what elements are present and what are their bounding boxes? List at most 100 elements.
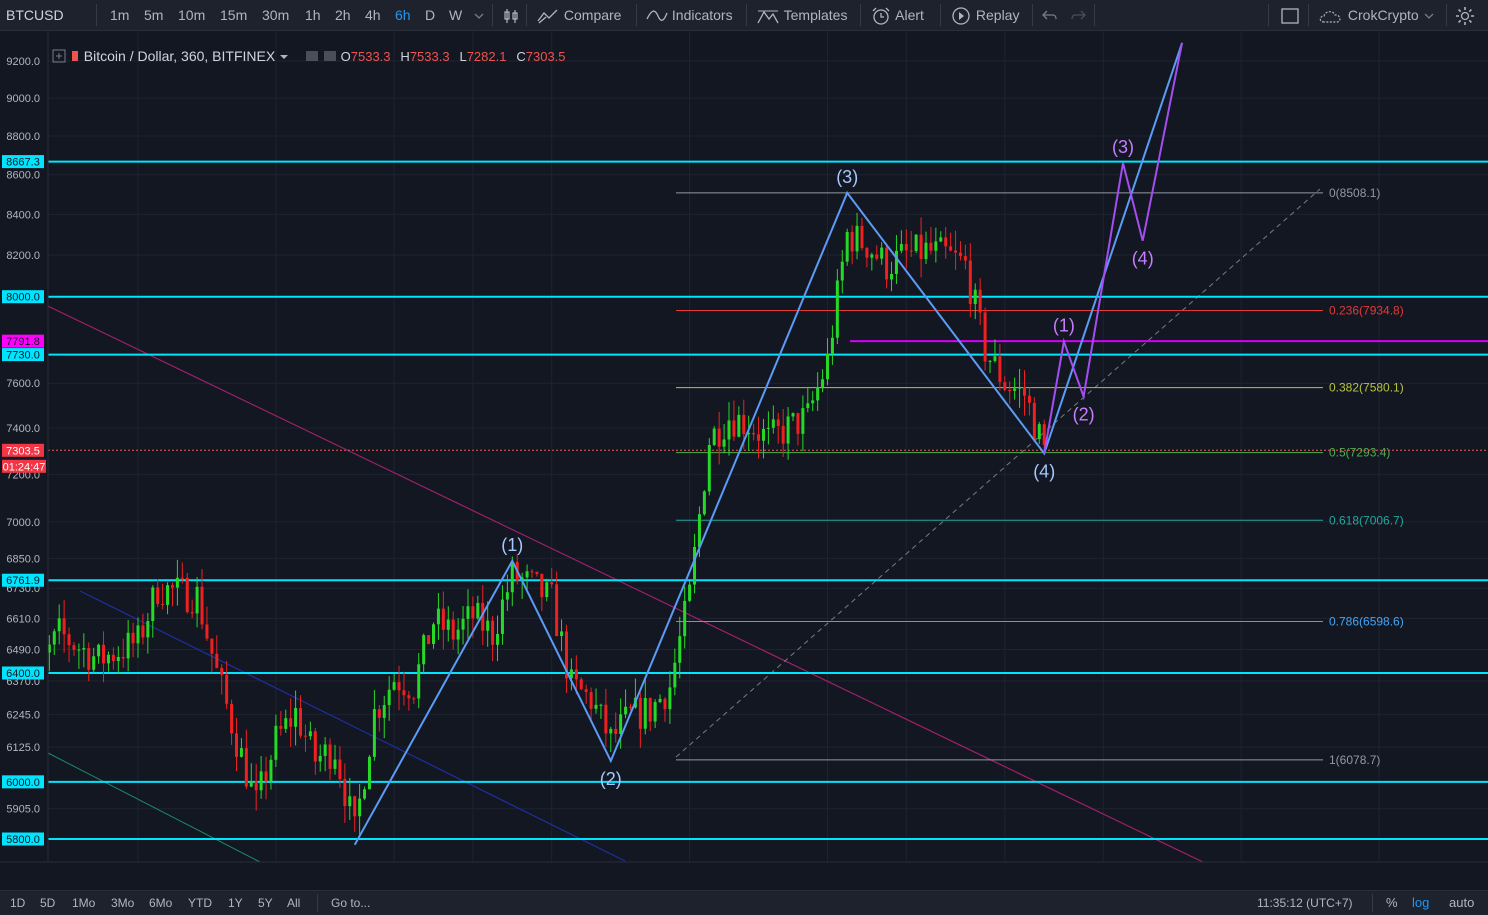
interval-4h[interactable]: 4h (365, 0, 381, 30)
fullscreen-button[interactable] (1280, 0, 1300, 30)
eye-icon[interactable] (305, 49, 319, 63)
alert-button[interactable]: Alert (870, 0, 924, 30)
candle-body (855, 225, 859, 252)
percent-toggle[interactable]: % (1386, 891, 1398, 915)
chart-style-button[interactable] (502, 0, 520, 30)
compare-icon (537, 9, 558, 24)
interval-d[interactable]: D (425, 0, 435, 30)
auto-toggle[interactable]: auto (1449, 891, 1474, 915)
chevron-down-icon[interactable] (279, 52, 289, 62)
candle-body (742, 414, 746, 435)
compare-button[interactable]: Compare (536, 0, 621, 30)
settings-button[interactable] (1454, 0, 1476, 30)
candle-body (555, 584, 559, 637)
undo-button[interactable] (1042, 0, 1058, 30)
interval-1m[interactable]: 1m (110, 0, 129, 30)
expand-icon[interactable] (52, 49, 66, 63)
price-tick-label: 7600.0 (6, 378, 40, 390)
interval-2h[interactable]: 2h (335, 0, 351, 30)
candle-body (796, 413, 800, 434)
interval-w[interactable]: W (449, 0, 462, 30)
toolbar-divider (1268, 4, 1269, 26)
interval-dropdown[interactable] (474, 0, 484, 30)
candle-body (880, 247, 884, 259)
candle-body (958, 252, 962, 257)
chart-legend: Bitcoin / Dollar, 360, BITFINEX O7533.3 … (52, 46, 566, 66)
interval-30m[interactable]: 30m (262, 0, 289, 30)
candle-body (697, 514, 701, 547)
candle-body (752, 432, 756, 435)
price-tick-label: 6245.0 (6, 709, 40, 721)
interval-15m[interactable]: 15m (220, 0, 247, 30)
templates-label: Templates (783, 7, 848, 23)
price-tick-label: 8400.0 (6, 209, 40, 221)
candle-body (422, 635, 426, 665)
candle-body (870, 254, 874, 258)
interval-1h[interactable]: 1h (305, 0, 321, 30)
settings-small-icon[interactable] (323, 49, 337, 63)
redo-button[interactable] (1070, 0, 1086, 30)
candle-body (161, 603, 165, 605)
range-1y[interactable]: 1Y (228, 891, 243, 915)
range-3mo[interactable]: 3Mo (111, 891, 134, 915)
templates-button[interactable]: Templates (756, 0, 847, 30)
candle-body (476, 602, 480, 619)
candle-body (693, 546, 697, 585)
candle-body (87, 647, 91, 670)
candle-body (1032, 402, 1036, 440)
candle-body (821, 379, 825, 388)
goto-button[interactable]: Go to... (331, 891, 370, 915)
replay-button[interactable]: Replay (950, 0, 1019, 30)
flag-icon[interactable] (70, 49, 80, 63)
elliott-blue-wave-label: (3) (836, 167, 858, 187)
range-1d[interactable]: 1D (10, 891, 25, 915)
candle-body (185, 577, 189, 613)
candle-body (589, 692, 593, 709)
interval-6h[interactable]: 6h (395, 0, 411, 30)
candle-body (885, 247, 889, 280)
range-5d[interactable]: 5D (40, 891, 55, 915)
replay-icon (952, 7, 970, 25)
channel-line (79, 590, 626, 862)
candle-body (525, 571, 529, 578)
toolbar-divider (1372, 894, 1373, 912)
range-ytd[interactable]: YTD (188, 891, 212, 915)
candle-body (156, 587, 160, 604)
candle-body (1018, 386, 1022, 389)
fib-level-label: 0.618(7006.7) (1329, 513, 1404, 527)
indicators-button[interactable]: Indicators (646, 0, 733, 30)
log-toggle[interactable]: log (1412, 891, 1429, 915)
symbol-search[interactable]: BTCUSD (6, 0, 64, 30)
range-6mo[interactable]: 6Mo (149, 891, 172, 915)
fib-level-label: 0.382(7580.1) (1329, 381, 1404, 395)
magenta-price-tag: 7791.8 (6, 336, 40, 348)
candle-body (614, 728, 618, 734)
candle-body (284, 718, 288, 729)
candle-body (574, 669, 578, 680)
candle-body (328, 744, 332, 769)
range-all[interactable]: All (287, 891, 300, 915)
candle-body (510, 561, 514, 593)
interval-5m[interactable]: 5m (144, 0, 163, 30)
range-1mo[interactable]: 1Mo (72, 891, 95, 915)
chart-area[interactable]: 0(8508.1) 0.236(7934.8) 0.382(7580.1) 0.5(7… (0, 31, 1488, 863)
candle-body (1023, 386, 1026, 396)
clock[interactable]: 11:35:12 (UTC+7) (1257, 891, 1353, 915)
candle-body (363, 789, 367, 799)
candle-body (239, 748, 243, 757)
legend-title[interactable]: Bitcoin / Dollar, 360, BITFINEX (84, 48, 275, 64)
candle-body (643, 697, 647, 729)
elliott-purple-wave-label: (2) (1073, 405, 1095, 425)
candle-body (269, 759, 273, 782)
candle-body (998, 356, 1002, 383)
range-5y[interactable]: 5Y (258, 891, 273, 915)
toolbar-divider (746, 4, 747, 26)
account-menu[interactable]: CrokCrypto (1318, 0, 1435, 30)
candle-body (289, 718, 293, 727)
candle-body (412, 698, 416, 700)
price-chart[interactable]: 0(8508.1) 0.236(7934.8) 0.382(7580.1) 0.5(7… (0, 31, 1488, 863)
candle-body (97, 644, 101, 657)
interval-10m[interactable]: 10m (178, 0, 205, 30)
candle-body (436, 608, 440, 625)
candle-body (441, 608, 445, 630)
